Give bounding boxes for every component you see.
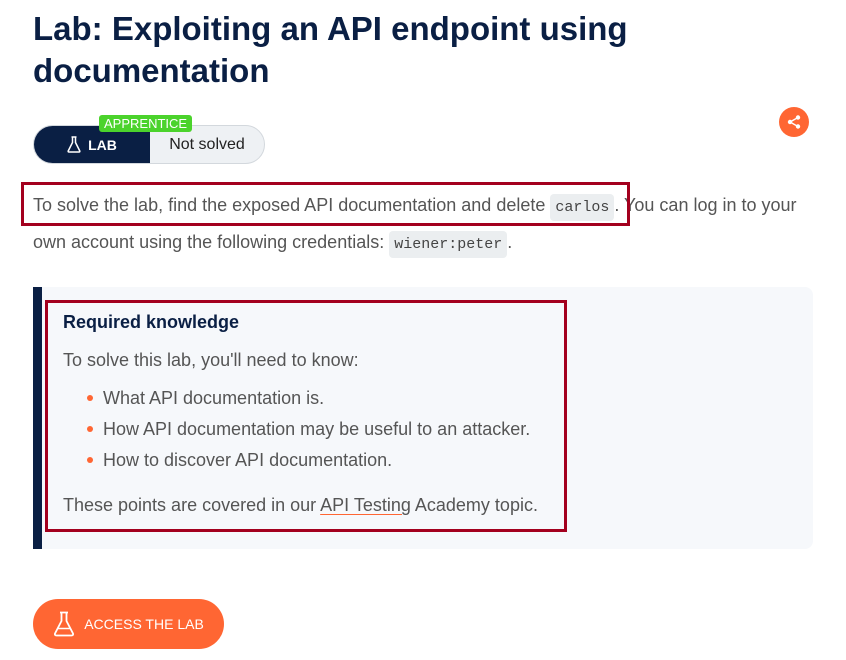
description-text-1: To solve the lab, find the exposed API d… xyxy=(33,195,551,215)
share-button[interactable] xyxy=(779,107,809,137)
description-text-3: . xyxy=(507,232,513,252)
share-icon xyxy=(787,115,801,129)
flask-icon xyxy=(54,611,75,637)
api-testing-link[interactable]: API Testing xyxy=(320,495,411,515)
lab-description: To solve the lab, find the exposed API d… xyxy=(33,188,818,262)
level-tag: APPRENTICE xyxy=(99,115,193,132)
list-item: What API documentation is. xyxy=(87,387,530,418)
access-lab-button[interactable]: ACCESS THE LAB xyxy=(33,599,224,649)
access-lab-label: ACCESS THE LAB xyxy=(84,616,204,632)
required-knowledge-heading: Required knowledge xyxy=(63,312,240,332)
credentials-code: wiener:peter xyxy=(389,231,508,258)
lab-label: LAB xyxy=(88,136,117,153)
list-item: How API documentation may be useful to a… xyxy=(87,418,530,449)
flask-icon xyxy=(67,136,81,153)
footer-text-before: These points are covered in our xyxy=(63,495,321,515)
required-knowledge-list: What API documentation is. How API docum… xyxy=(87,387,530,480)
username-code: carlos xyxy=(550,194,615,221)
required-knowledge-footer: These points are covered in our API Test… xyxy=(63,494,538,516)
page-title: Lab: Exploiting an API endpoint using do… xyxy=(33,10,628,89)
footer-text-after: Academy topic. xyxy=(410,495,538,515)
required-knowledge-intro: To solve this lab, you'll need to know: xyxy=(63,350,359,370)
list-item: How to discover API documentation. xyxy=(87,449,530,480)
